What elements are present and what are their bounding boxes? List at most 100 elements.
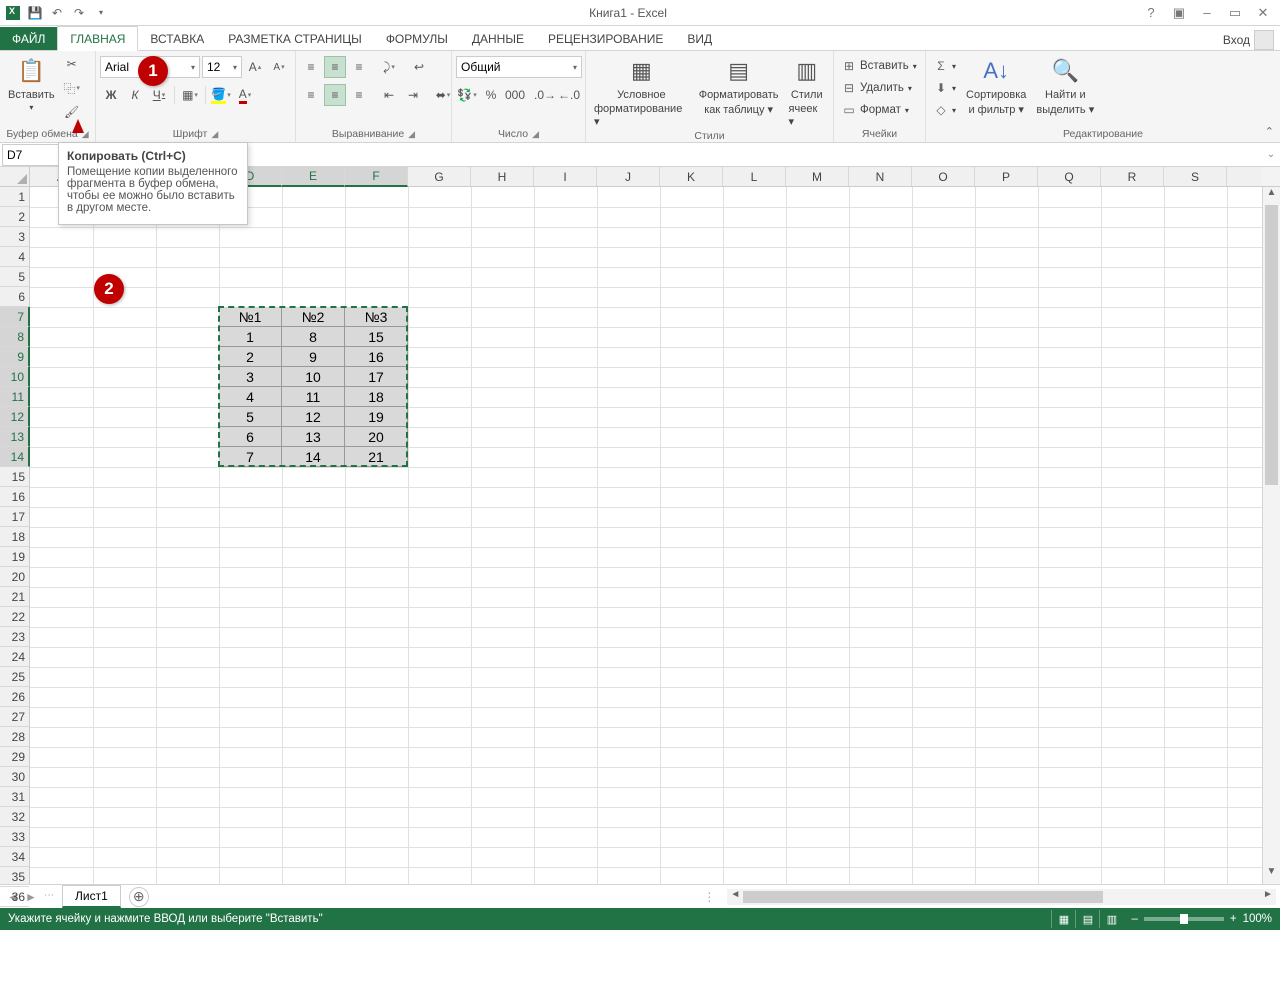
italic-button[interactable]: К — [124, 84, 146, 106]
scroll-right-icon[interactable]: ► — [1260, 889, 1276, 905]
row-header[interactable]: 12 — [0, 407, 30, 427]
row-header[interactable]: 7 — [0, 307, 30, 327]
column-header[interactable]: N — [849, 167, 912, 186]
column-header[interactable]: H — [471, 167, 534, 186]
row-header[interactable]: 14 — [0, 447, 30, 467]
column-header[interactable]: L — [723, 167, 786, 186]
save-icon[interactable]: 💾 — [26, 4, 44, 22]
qat-dropdown-icon[interactable]: ▾ — [92, 4, 110, 22]
scroll-down-icon[interactable]: ▼ — [1263, 866, 1280, 884]
increase-decimal-button[interactable]: .0→ — [534, 84, 556, 106]
data-cell[interactable]: 6 — [219, 427, 282, 447]
align-left-button[interactable]: ≡ — [300, 84, 322, 106]
data-cell[interactable]: 12 — [282, 407, 345, 427]
cut-button[interactable]: ✂ — [61, 53, 83, 75]
data-cell[interactable]: №3 — [345, 307, 408, 327]
row-header[interactable]: 3 — [0, 227, 29, 247]
data-cell[interactable]: 9 — [282, 347, 345, 367]
data-cell[interactable]: №2 — [282, 307, 345, 327]
row-header[interactable]: 18 — [0, 527, 29, 547]
align-right-button[interactable]: ≡ — [348, 84, 370, 106]
data-cell[interactable]: 17 — [345, 367, 408, 387]
tab-formulas[interactable]: ФОРМУЛЫ — [374, 27, 460, 50]
row-header[interactable]: 13 — [0, 427, 30, 447]
percent-button[interactable]: % — [480, 84, 502, 106]
data-cell[interactable]: 5 — [219, 407, 282, 427]
view-normal-icon[interactable]: ▦ — [1051, 910, 1075, 928]
row-header[interactable]: 25 — [0, 667, 29, 687]
row-header[interactable]: 27 — [0, 707, 29, 727]
align-top-button[interactable]: ≡ — [300, 56, 322, 78]
row-header[interactable]: 4 — [0, 247, 29, 267]
expand-formula-icon[interactable]: ⌄ — [1262, 149, 1280, 160]
row-header[interactable]: 35 — [0, 867, 29, 887]
row-header[interactable]: 23 — [0, 627, 29, 647]
column-header[interactable]: I — [534, 167, 597, 186]
sort-filter-button[interactable]: A↓ Сортировка и фильтр ▾ — [962, 53, 1030, 118]
data-cell[interactable]: 11 — [282, 387, 345, 407]
insert-cells-button[interactable]: ⊞Вставить▾ — [838, 55, 921, 77]
row-header[interactable]: 16 — [0, 487, 29, 507]
copy-button[interactable]: ⿻▾ — [61, 77, 83, 99]
dialog-launcher-icon[interactable]: ◢ — [408, 129, 415, 140]
dialog-launcher-icon[interactable]: ◢ — [211, 129, 218, 140]
data-cell[interactable]: 14 — [282, 447, 345, 467]
close-icon[interactable]: ✕ — [1254, 5, 1272, 21]
data-cell[interactable]: 7 — [219, 447, 282, 467]
shrink-font-button[interactable]: A▾ — [268, 56, 290, 78]
data-cell[interactable]: 20 — [345, 427, 408, 447]
row-header[interactable]: 8 — [0, 327, 30, 347]
data-cell[interactable]: 4 — [219, 387, 282, 407]
align-bottom-button[interactable]: ≡ — [348, 56, 370, 78]
delete-cells-button[interactable]: ⊟Удалить▾ — [838, 77, 916, 99]
ribbon-display-icon[interactable]: ▣ — [1170, 5, 1188, 21]
border-button[interactable]: ▦▾ — [179, 84, 201, 106]
font-size-input[interactable]: 12▾ — [202, 56, 242, 78]
maximize-icon[interactable]: ▭ — [1226, 5, 1244, 21]
indent-increase-button[interactable]: ⇥ — [402, 84, 424, 106]
row-header[interactable]: 29 — [0, 747, 29, 767]
vertical-scrollbar[interactable]: ▲ ▼ — [1262, 187, 1280, 884]
row-header[interactable]: 32 — [0, 807, 29, 827]
row-header[interactable]: 22 — [0, 607, 29, 627]
data-cell[interactable]: 3 — [219, 367, 282, 387]
row-header[interactable]: 10 — [0, 367, 30, 387]
currency-button[interactable]: 💱▾ — [456, 84, 478, 106]
view-pagebreak-icon[interactable]: ▥ — [1099, 910, 1123, 928]
scroll-left-icon[interactable]: ◄ — [727, 889, 743, 905]
undo-icon[interactable]: ↶ — [48, 4, 66, 22]
help-icon[interactable]: ? — [1142, 5, 1160, 21]
bold-button[interactable]: Ж — [100, 84, 122, 106]
column-header[interactable]: S — [1164, 167, 1227, 186]
view-layout-icon[interactable]: ▤ — [1075, 910, 1099, 928]
data-cell[interactable]: 13 — [282, 427, 345, 447]
column-header[interactable]: G — [408, 167, 471, 186]
row-header[interactable]: 24 — [0, 647, 29, 667]
row-header[interactable]: 30 — [0, 767, 29, 787]
fill-color-button[interactable]: 🪣▾ — [210, 84, 232, 106]
orientation-button[interactable]: ⤸▾ — [378, 56, 400, 78]
scroll-thumb[interactable] — [743, 891, 1103, 903]
dialog-launcher-icon[interactable]: ◢ — [532, 129, 539, 140]
underline-button[interactable]: Ч▾ — [148, 84, 170, 106]
add-sheet-button[interactable]: ⊕ — [129, 887, 149, 907]
row-header[interactable]: 21 — [0, 587, 29, 607]
comma-button[interactable]: 000 — [504, 84, 526, 106]
splitter-icon[interactable]: ⋮ — [697, 890, 723, 904]
column-header[interactable]: M — [786, 167, 849, 186]
sheet-tab[interactable]: Лист1 — [62, 885, 121, 908]
row-header[interactable]: 2 — [0, 207, 29, 227]
tab-data[interactable]: ДАННЫЕ — [460, 27, 536, 50]
wrap-text-button[interactable]: ↩ — [408, 56, 430, 78]
tab-insert[interactable]: ВСТАВКА — [138, 27, 216, 50]
row-header[interactable]: 33 — [0, 827, 29, 847]
conditional-formatting-button[interactable]: ▦ Условное форматирование ▾ — [590, 53, 693, 130]
scroll-up-icon[interactable]: ▲ — [1263, 187, 1280, 205]
horizontal-scrollbar[interactable]: ◄ ► — [727, 889, 1276, 905]
decrease-decimal-button[interactable]: ←.0 — [558, 84, 580, 106]
column-header[interactable]: F — [345, 167, 408, 187]
column-header[interactable]: R — [1101, 167, 1164, 186]
redo-icon[interactable]: ↷ — [70, 4, 88, 22]
account-sign-in[interactable]: Вход — [1217, 30, 1280, 50]
clear-button[interactable]: ◇▾ — [930, 99, 960, 121]
